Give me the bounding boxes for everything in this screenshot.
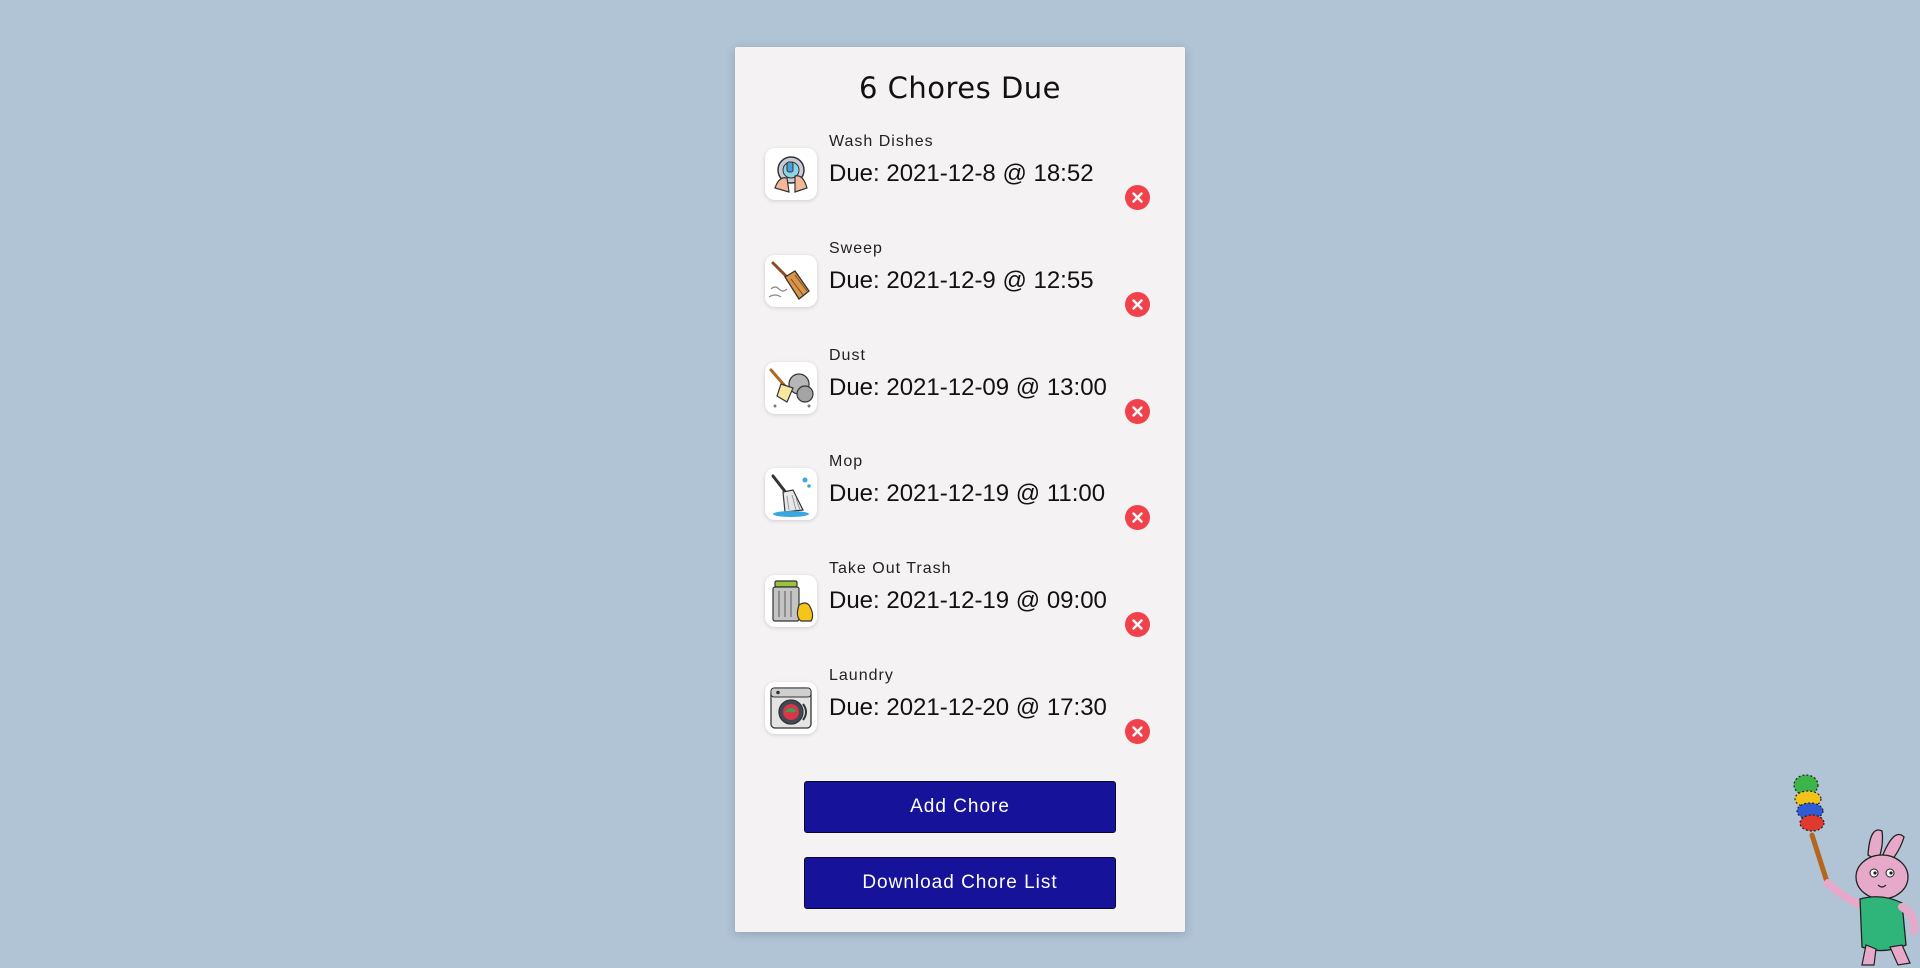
remove-chore-button[interactable]	[1125, 612, 1150, 637]
trash-can-icon	[765, 575, 817, 627]
close-icon	[1132, 619, 1143, 630]
close-icon	[1132, 299, 1143, 310]
broom-icon	[765, 255, 817, 307]
chore-item: Laundry Due: 2021-12-20 @ 17:30	[765, 666, 1165, 766]
remove-chore-button[interactable]	[1125, 719, 1150, 744]
chore-name: Dust	[829, 347, 866, 364]
remove-chore-button[interactable]	[1125, 505, 1150, 530]
page-title: 6 Chores Due	[858, 71, 1062, 105]
chore-item: Sweep Due: 2021-12-9 @ 12:55	[765, 239, 1165, 339]
chore-name: Wash Dishes	[829, 133, 934, 150]
washing-machine-icon	[765, 682, 817, 734]
chore-name: Laundry	[829, 667, 894, 684]
chore-due-date: Due: 2021-12-19 @ 09:00	[829, 587, 1107, 614]
chore-due-date: Due: 2021-12-19 @ 11:00	[829, 480, 1106, 507]
chore-item: Mop Due: 2021-12-19 @ 11:00	[765, 452, 1165, 552]
duster-icon	[765, 362, 817, 414]
chore-item: Take Out Trash Due: 2021-12-19 @ 09:00	[765, 559, 1165, 659]
download-chore-list-button[interactable]: Download Chore List	[804, 857, 1116, 909]
remove-chore-button[interactable]	[1125, 292, 1150, 317]
close-icon	[1132, 192, 1143, 203]
close-icon	[1132, 726, 1143, 737]
chore-due-date: Due: 2021-12-9 @ 12:55	[829, 267, 1094, 294]
chores-card: 6 Chores Due Wash Dishes Due: 2021-12-8 …	[735, 47, 1185, 932]
chore-item: Dust Due: 2021-12-09 @ 13:00	[765, 346, 1165, 446]
chore-name: Mop	[829, 453, 864, 470]
remove-chore-button[interactable]	[1125, 185, 1150, 210]
wash-dishes-icon	[765, 148, 817, 200]
remove-chore-button[interactable]	[1125, 399, 1150, 424]
chore-due-date: Due: 2021-12-8 @ 18:52	[829, 160, 1094, 187]
chore-name: Take Out Trash	[829, 560, 952, 577]
close-icon	[1132, 512, 1143, 523]
chore-item: Wash Dishes Due: 2021-12-8 @ 18:52	[765, 132, 1165, 232]
add-chore-button[interactable]: Add Chore	[804, 781, 1116, 833]
chore-due-date: Due: 2021-12-20 @ 17:30	[829, 694, 1107, 721]
chore-name: Sweep	[829, 240, 883, 257]
close-icon	[1132, 406, 1143, 417]
chore-due-date: Due: 2021-12-09 @ 13:00	[829, 374, 1107, 401]
bunny-mascot-icon	[1793, 774, 1919, 966]
mop-icon	[765, 468, 817, 520]
